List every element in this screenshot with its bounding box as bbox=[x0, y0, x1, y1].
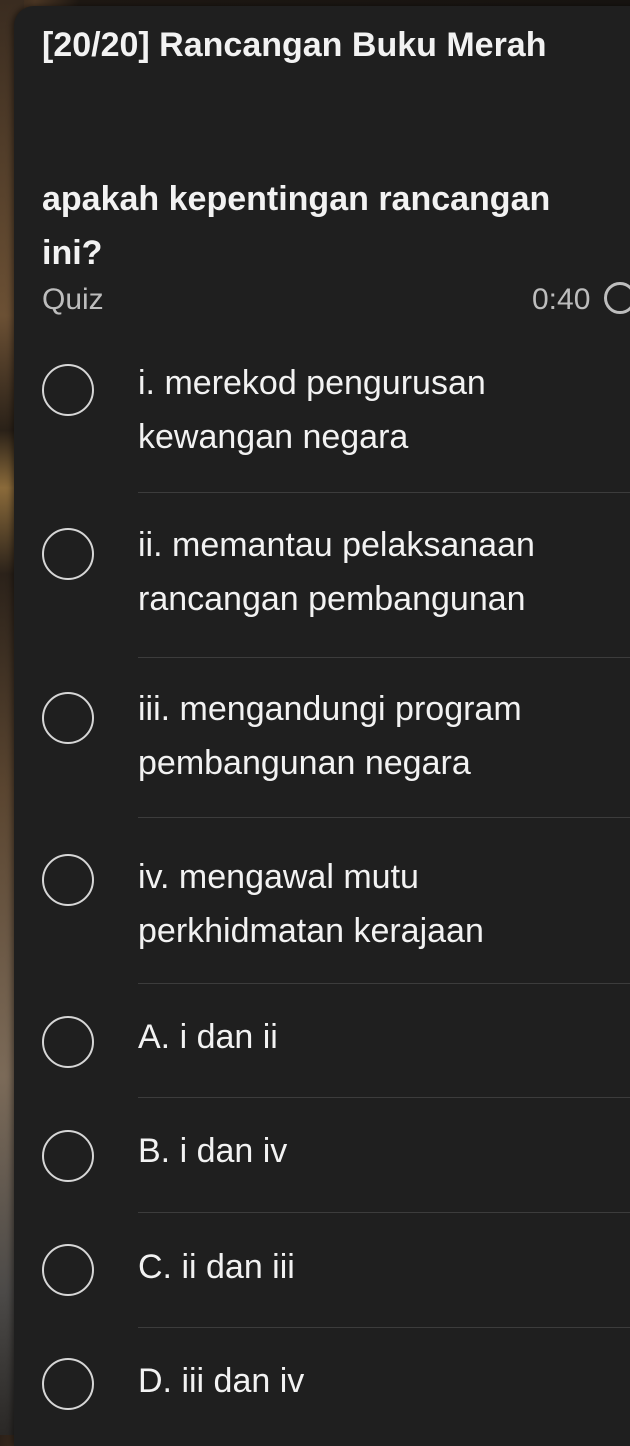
option-divider bbox=[138, 1097, 630, 1098]
radio-unchecked-icon[interactable] bbox=[42, 528, 94, 580]
option-label: ii. memantau pelaksanaan rancangan pemba… bbox=[138, 526, 535, 618]
radio-unchecked-icon[interactable] bbox=[42, 1016, 94, 1068]
radio-unchecked-icon[interactable] bbox=[42, 692, 94, 744]
option-divider bbox=[138, 657, 630, 658]
timer-text: 0:40 bbox=[532, 283, 591, 316]
timer-ring-icon bbox=[604, 282, 630, 314]
option-label: i. merekod pengurusan kewangan negara bbox=[138, 364, 486, 456]
option-divider bbox=[138, 1212, 630, 1213]
option-1[interactable]: i. merekod pengurusan kewangan negara bbox=[14, 340, 630, 500]
option-d[interactable]: D. iii dan iv bbox=[14, 1332, 630, 1435]
radio-unchecked-icon[interactable] bbox=[42, 854, 94, 906]
option-2[interactable]: ii. memantau pelaksanaan rancangan pemba… bbox=[14, 502, 630, 662]
option-divider bbox=[138, 817, 630, 818]
radio-unchecked-icon[interactable] bbox=[42, 1244, 94, 1296]
option-a[interactable]: A. i dan ii bbox=[14, 990, 630, 1102]
option-divider bbox=[138, 983, 630, 984]
option-divider bbox=[138, 1327, 630, 1328]
quiz-title: [20/20] Rancangan Buku Merah bbox=[42, 26, 547, 64]
option-label: iii. mengandungi program pembangunan neg… bbox=[138, 690, 522, 782]
option-b[interactable]: B. i dan iv bbox=[14, 1104, 630, 1216]
question-text: apakah kepentingan rancangan ini? bbox=[42, 180, 551, 272]
option-3[interactable]: iii. mengandungi program pembangunan neg… bbox=[14, 666, 630, 826]
radio-unchecked-icon[interactable] bbox=[42, 364, 94, 416]
radio-unchecked-icon[interactable] bbox=[42, 1358, 94, 1410]
option-c[interactable]: C. ii dan iii bbox=[14, 1218, 630, 1330]
option-label: D. iii dan iv bbox=[138, 1362, 305, 1400]
option-label: B. i dan iv bbox=[138, 1132, 288, 1170]
option-label: iv. mengawal mutu perkhidmatan kerajaan bbox=[138, 858, 484, 950]
option-4[interactable]: iv. mengawal mutu perkhidmatan kerajaan bbox=[14, 828, 630, 988]
option-label: A. i dan ii bbox=[138, 1018, 278, 1056]
quiz-label: Quiz bbox=[42, 283, 104, 316]
radio-unchecked-icon[interactable] bbox=[42, 1130, 94, 1182]
option-divider bbox=[138, 492, 630, 493]
option-label: C. ii dan iii bbox=[138, 1248, 295, 1286]
